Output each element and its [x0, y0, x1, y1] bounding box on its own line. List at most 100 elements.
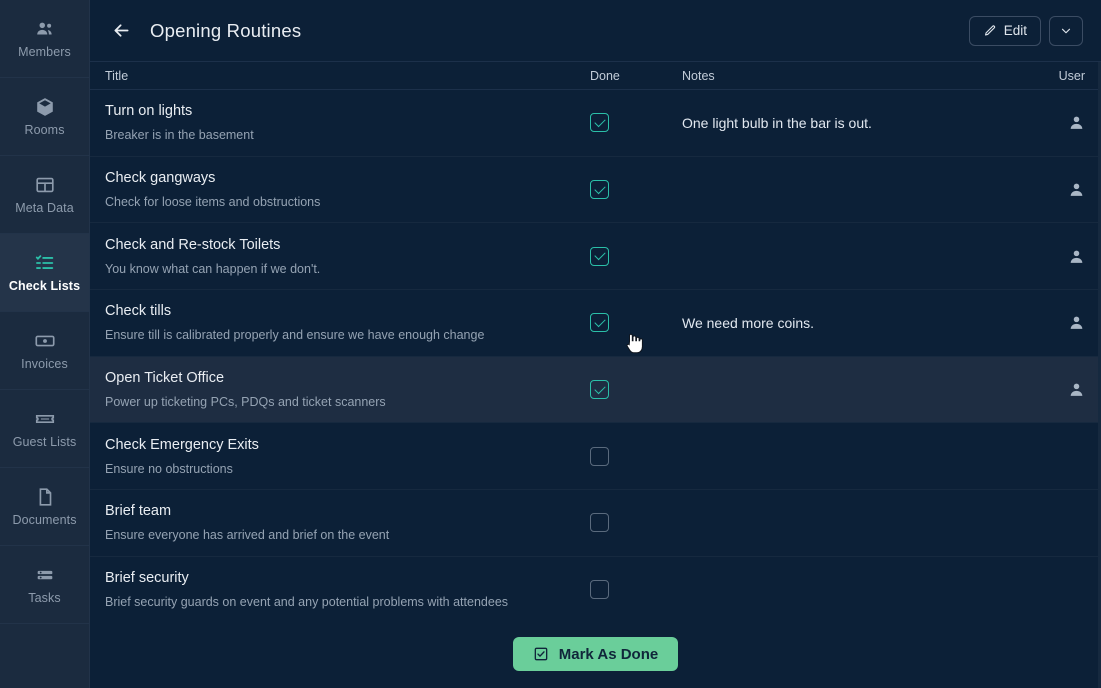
sidebar: Members Rooms Meta Data Check Lists Invo [0, 0, 90, 688]
row-title: Check Emergency Exits [105, 436, 259, 453]
sidebar-item-tasks[interactable]: Tasks [0, 546, 89, 624]
sidebar-item-check-lists[interactable]: Check Lists [0, 234, 89, 312]
main-panel: Opening Routines Edit Title Done Notes U… [90, 0, 1101, 688]
table-row[interactable]: Check Emergency Exits Ensure no obstructi… [90, 423, 1101, 491]
banknote-icon [34, 330, 56, 352]
table-row[interactable]: Brief security Brief security guards on e… [90, 556, 1101, 620]
done-checkbox[interactable] [590, 380, 609, 400]
row-title-cell: Brief security Brief security guards on e… [90, 570, 590, 609]
row-title-cell: Check tills Ensure till is calibrated pro… [90, 303, 590, 342]
document-icon [34, 486, 56, 508]
row-done-cell [590, 513, 682, 533]
sidebar-item-invoices[interactable]: Invoices [0, 312, 89, 390]
row-title: Check tills [105, 303, 172, 320]
sidebar-item-meta-data[interactable]: Meta Data [0, 156, 89, 234]
table-row[interactable]: Check tills Ensure till is calibrated pro… [90, 290, 1101, 357]
row-user-cell [1029, 114, 1101, 131]
mark-as-done-label: Mark As Done [558, 645, 659, 663]
sidebar-item-guest-lists[interactable]: Guest Lists [0, 390, 89, 468]
row-title-cell: Brief team Ensure everyone has arrived an… [90, 503, 590, 542]
done-checkbox[interactable] [590, 513, 609, 533]
table-row[interactable]: Brief team Ensure everyone has arrived an… [90, 490, 1101, 557]
header-actions: Edit [968, 15, 1083, 46]
user-avatar-icon[interactable] [1068, 381, 1085, 398]
row-user-cell [1029, 181, 1101, 198]
row-subtitle: Brief security guards on event and any p… [105, 595, 509, 610]
sidebar-item-label: Rooms [24, 123, 65, 138]
page-header: Opening Routines Edit [90, 0, 1101, 62]
table-header-row: Title Done Notes User [90, 62, 1101, 90]
column-header-title: Title [105, 68, 129, 83]
row-done-cell [590, 446, 682, 466]
footer-bar: Mark As Done [90, 620, 1101, 688]
row-subtitle: Breaker is in the basement [105, 128, 254, 143]
done-checkbox[interactable] [590, 180, 609, 200]
row-done-cell [590, 313, 682, 333]
sidebar-item-label: Invoices [21, 357, 68, 372]
row-done-cell [590, 580, 682, 600]
column-header-user: User [1058, 68, 1085, 83]
row-title: Check gangways [105, 170, 216, 187]
row-title: Brief team [105, 503, 172, 520]
row-done-cell [590, 380, 682, 400]
row-subtitle: Ensure everyone has arrived and brief on… [105, 528, 390, 543]
column-header-done: Done [590, 68, 620, 83]
sidebar-item-label: Documents [12, 513, 77, 528]
row-subtitle: Ensure till is calibrated properly and e… [105, 328, 485, 343]
user-avatar-icon[interactable] [1068, 248, 1085, 265]
ticket-icon [34, 408, 56, 430]
done-checkbox[interactable] [590, 113, 609, 133]
row-title-cell: Open Ticket Office Power up ticketing PCs… [90, 370, 590, 409]
row-done-cell [590, 113, 682, 133]
done-checkbox[interactable] [590, 446, 609, 466]
sidebar-item-rooms[interactable]: Rooms [0, 78, 89, 156]
members-icon [34, 18, 56, 40]
row-title: Open Ticket Office [105, 370, 225, 387]
edit-button[interactable]: Edit [968, 15, 1041, 46]
checklist-rows: Turn on lights Breaker is in the basement… [90, 90, 1101, 620]
more-options-button[interactable] [1049, 15, 1083, 46]
tasks-icon [34, 564, 56, 586]
done-checkbox[interactable] [590, 313, 609, 333]
user-avatar-icon[interactable] [1068, 114, 1085, 131]
row-subtitle: Check for loose items and obstructions [105, 195, 321, 210]
pencil-icon [984, 24, 995, 36]
row-subtitle: Power up ticketing PCs, PDQs and ticket … [105, 395, 386, 410]
checkbox-checked-icon [534, 647, 548, 661]
row-title-cell: Check Emergency Exits Ensure no obstructi… [90, 437, 590, 476]
row-title-cell: Check and Re-stock Toilets You know what … [90, 237, 590, 276]
row-subtitle: Ensure no obstructions [105, 461, 233, 476]
sidebar-item-label: Meta Data [15, 201, 74, 216]
mark-as-done-button[interactable]: Mark As Done [512, 637, 679, 671]
column-header-notes: Notes [682, 68, 715, 83]
row-title: Brief security [105, 570, 189, 587]
done-checkbox[interactable] [590, 580, 609, 600]
table-row[interactable]: Check gangways Check for loose items and … [90, 156, 1101, 224]
grid-icon [34, 174, 56, 196]
row-notes: One light bulb in the bar is out. [682, 114, 872, 131]
sidebar-item-label: Members [18, 45, 71, 60]
row-done-cell [590, 246, 682, 266]
row-title-cell: Turn on lights Breaker is in the basement [90, 103, 590, 142]
chevron-down-icon [1061, 28, 1071, 33]
user-avatar-icon[interactable] [1068, 181, 1085, 198]
row-done-cell [590, 180, 682, 200]
row-notes: We need more coins. [682, 314, 815, 331]
app-root: Members Rooms Meta Data Check Lists Invo [0, 0, 1101, 688]
done-checkbox[interactable] [590, 246, 609, 266]
user-avatar-icon[interactable] [1068, 314, 1085, 331]
table-row[interactable]: Check and Re-stock Toilets You know what … [90, 223, 1101, 291]
table-row[interactable]: Turn on lights Breaker is in the basement… [90, 90, 1101, 157]
table-row[interactable]: Open Ticket Office Power up ticketing PCs… [90, 356, 1101, 424]
sidebar-item-label: Tasks [28, 591, 61, 606]
arrow-left-icon [114, 24, 128, 37]
row-user-cell [1029, 381, 1101, 398]
row-title: Turn on lights [105, 103, 193, 120]
sidebar-item-members[interactable]: Members [0, 0, 89, 78]
sidebar-item-documents[interactable]: Documents [0, 468, 89, 546]
edit-button-label: Edit [1003, 23, 1027, 38]
back-button[interactable] [106, 16, 136, 46]
row-title: Check and Re-stock Toilets [105, 236, 281, 253]
row-user-cell [1029, 314, 1101, 331]
